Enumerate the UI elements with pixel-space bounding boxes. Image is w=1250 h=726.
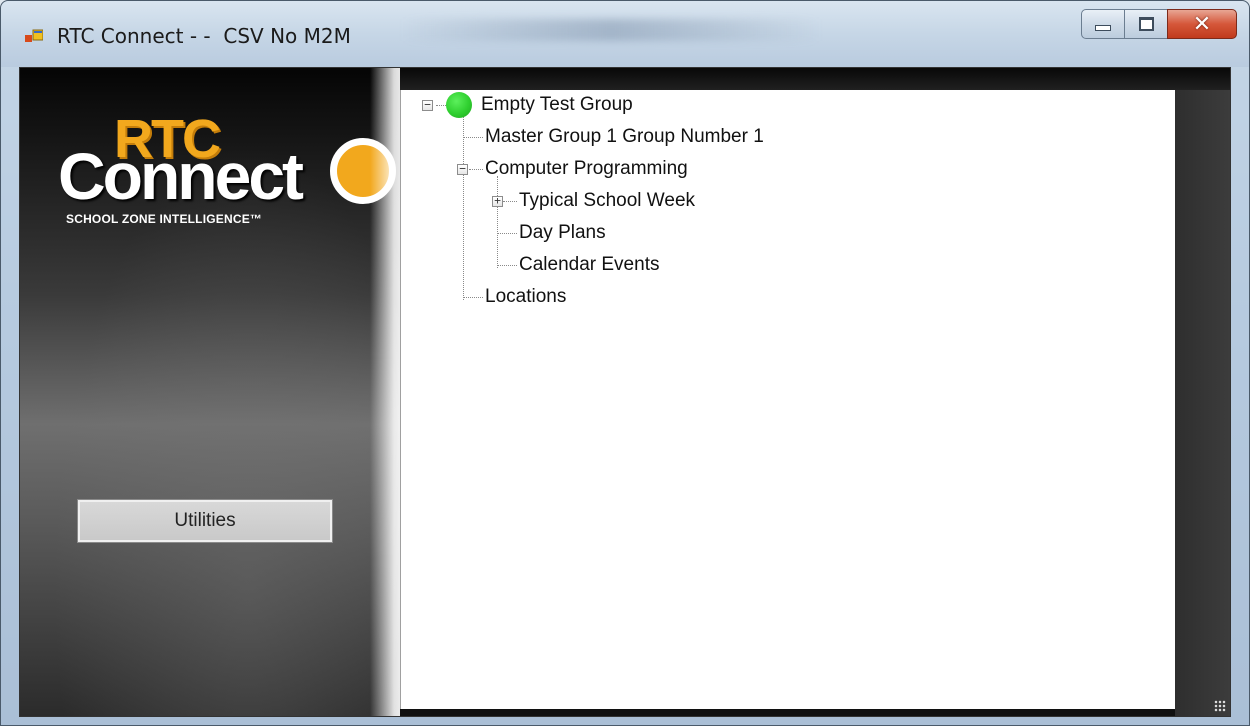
tree-node-computer-programming[interactable]: Computer Programming: [485, 158, 688, 180]
minimize-icon: [1095, 25, 1111, 31]
minimize-button[interactable]: [1081, 9, 1125, 39]
window-title: RTC Connect - - CSV No M2M: [57, 24, 351, 48]
tree-node-locations[interactable]: Locations: [485, 286, 566, 308]
status-indicator-icon: [446, 92, 472, 118]
sidebar: RTC Connect SCHOOL ZONE INTELLIGENCE™ Ut…: [20, 68, 400, 716]
app-window: RTC Connect - - CSV No M2M ✕ RTC Connect…: [0, 0, 1250, 726]
utilities-button[interactable]: Utilities: [77, 499, 333, 543]
collapse-toggle-icon[interactable]: −: [422, 99, 433, 111]
title-bar[interactable]: RTC Connect - - CSV No M2M ✕: [1, 1, 1249, 67]
maximize-button[interactable]: [1124, 9, 1168, 39]
close-button[interactable]: ✕: [1167, 9, 1237, 39]
tree-node-calendar-events[interactable]: Calendar Events: [519, 254, 659, 276]
right-panel-edge: [1175, 90, 1230, 716]
tree-node-master-group[interactable]: Master Group 1 Group Number 1: [485, 126, 764, 148]
tree-node-day-plans[interactable]: Day Plans: [519, 222, 606, 244]
logo-tagline: SCHOOL ZONE INTELLIGENCE™: [66, 212, 263, 226]
rtc-connect-logo: RTC Connect SCHOOL ZONE INTELLIGENCE™: [58, 108, 398, 228]
close-icon: ✕: [1192, 11, 1212, 37]
tree-node-empty-test-group[interactable]: Empty Test Group: [481, 94, 633, 116]
resize-grip-icon[interactable]: [1214, 700, 1226, 712]
tree-node-typical-school-week[interactable]: Typical School Week: [519, 190, 695, 212]
caption-buttons: ✕: [1081, 9, 1237, 43]
maximize-icon: [1138, 17, 1154, 31]
group-tree-view[interactable]: − Empty Test Group Master Group 1 Group …: [400, 90, 1176, 709]
logo-connect-text: Connect: [58, 139, 304, 213]
app-window-icon: [25, 29, 43, 42]
expand-toggle-icon[interactable]: +: [492, 195, 503, 207]
collapse-toggle-icon[interactable]: −: [457, 163, 468, 175]
client-area: RTC Connect SCHOOL ZONE INTELLIGENCE™ Ut…: [19, 67, 1231, 717]
